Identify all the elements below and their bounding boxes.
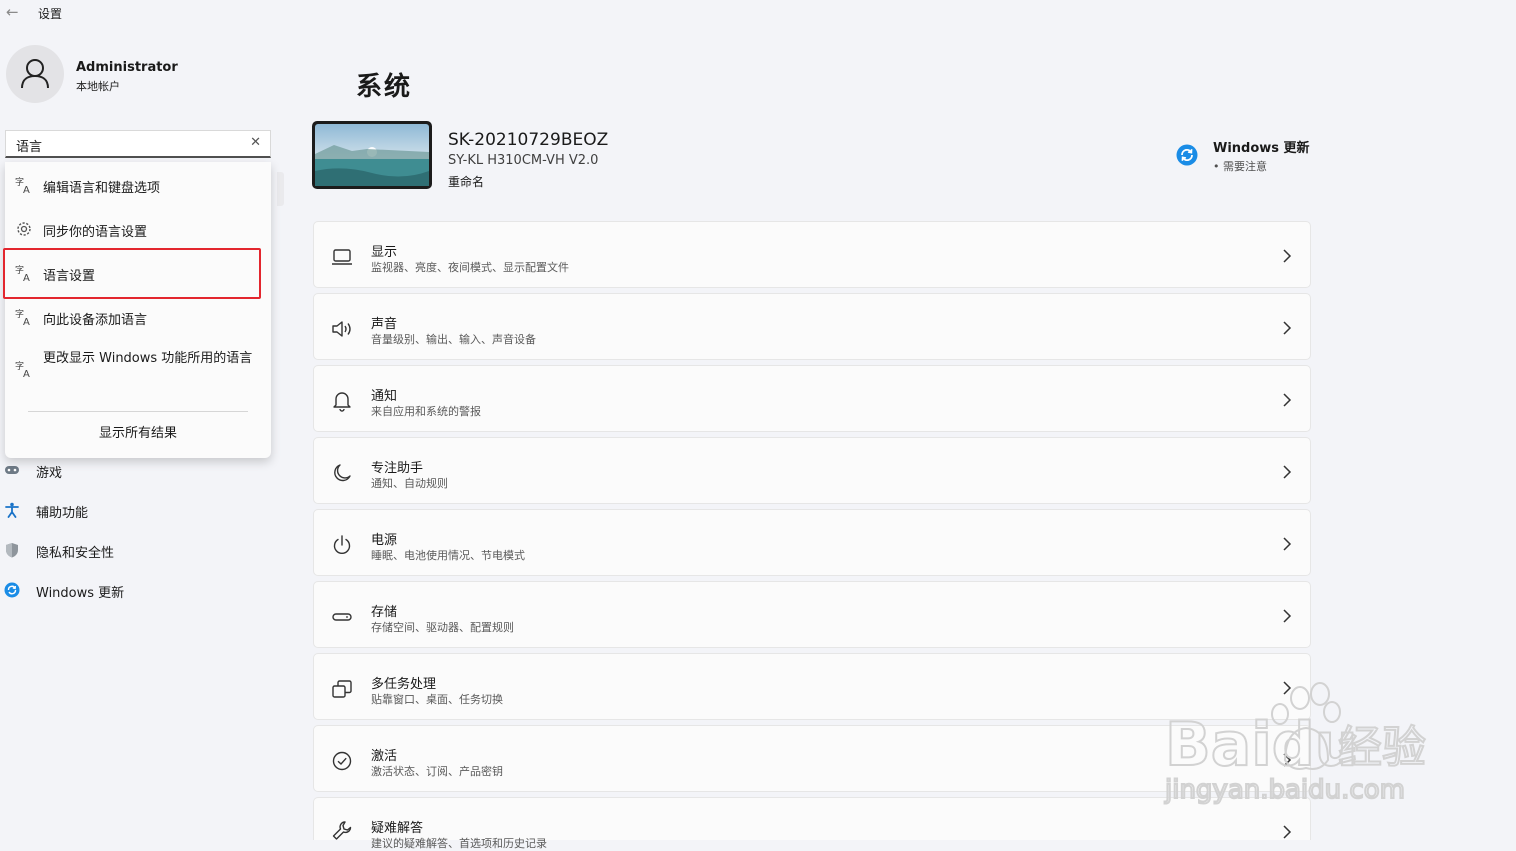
moon-icon xyxy=(334,464,351,482)
bell-icon xyxy=(333,392,351,412)
search-result-label: 编辑语言和键盘选项 xyxy=(43,181,161,196)
card-subtitle: 音量级别、输出、输入、声音设备 xyxy=(371,333,536,346)
card-title: 电源 xyxy=(371,533,398,548)
svg-text:A: A xyxy=(23,185,30,194)
settings-card-sound[interactable]: 声音 音量级别、输出、输入、声音设备 xyxy=(313,293,1311,360)
sidebar-item-label: Windows 更新 xyxy=(36,586,125,601)
window-title: 设置 xyxy=(38,7,63,21)
sidebar-item-label: 辅助功能 xyxy=(36,506,89,521)
card-title: 存储 xyxy=(371,605,398,620)
chevron-right-icon xyxy=(1283,825,1292,839)
chevron-right-icon xyxy=(1283,249,1292,263)
chevron-right-icon xyxy=(1283,537,1292,551)
rename-link[interactable]: 重命名 xyxy=(448,173,484,190)
search-result-item[interactable]: 字 A 编辑语言和键盘选项 xyxy=(5,164,271,204)
sidebar-item-label: 游戏 xyxy=(36,466,63,481)
svg-text:A: A xyxy=(23,317,30,326)
watermark-brand: Baidu xyxy=(1165,710,1357,780)
title-bar: ← 设置 xyxy=(0,0,1516,26)
windows-update-status[interactable]: Windows 更新 • 需要注意 xyxy=(1176,136,1316,176)
user-name: Administrator xyxy=(76,60,178,75)
search-result-label: 向此设备添加语言 xyxy=(43,313,148,328)
card-title: 显示 xyxy=(371,245,398,260)
search-input-value: 语言 xyxy=(16,140,43,155)
card-title: 声音 xyxy=(371,317,398,332)
monitor-icon xyxy=(332,249,352,265)
update-status: • 需要注意 xyxy=(1213,160,1267,173)
person-icon xyxy=(21,59,49,89)
device-wallpaper-thumbnail xyxy=(312,121,432,189)
page-title: 系统 xyxy=(356,72,413,102)
update-icon xyxy=(4,582,20,598)
settings-card-storage[interactable]: 存储 存储空间、驱动器、配置规则 xyxy=(313,581,1311,648)
card-subtitle: 来自应用和系统的警报 xyxy=(371,405,481,418)
close-icon[interactable]: ✕ xyxy=(250,135,261,150)
update-icon xyxy=(1176,144,1198,166)
card-title: 通知 xyxy=(371,389,398,404)
account-type: 本地帐户 xyxy=(76,80,120,93)
speaker-icon xyxy=(332,321,351,337)
card-title: 疑难解答 xyxy=(371,821,424,836)
card-subtitle: 激活状态、订阅、产品密钥 xyxy=(371,765,503,778)
selected-nav-indicator xyxy=(277,172,284,206)
show-all-results-link[interactable]: 显示所有结果 xyxy=(5,422,271,441)
language-icon: 字 A xyxy=(15,308,30,326)
chevron-right-icon xyxy=(1283,393,1292,407)
chevron-right-icon xyxy=(1283,609,1292,623)
device-model: SY-KL H310CM-VH V2.0 xyxy=(448,153,599,168)
card-title: 专注助手 xyxy=(371,461,424,476)
sidebar-item-accessibility[interactable]: 辅助功能 xyxy=(0,494,280,526)
baidu-jingyan-watermark: Baidu 经验 jingyan.baidu.com xyxy=(1163,682,1427,806)
card-subtitle: 监视器、亮度、夜间模式、显示配置文件 xyxy=(371,261,569,274)
search-results-dropdown: 字 A 编辑语言和键盘选项 同步你的语言设置 字 A 语言设置 字 A 向此设备… xyxy=(3,162,271,458)
accessibility-icon xyxy=(5,502,19,518)
sidebar-item-privacy[interactable]: 隐私和安全性 xyxy=(0,534,280,566)
gamepad-icon xyxy=(5,466,19,474)
sidebar-item-label: 隐私和安全性 xyxy=(36,546,115,561)
multitask-icon xyxy=(332,680,352,698)
wrench-icon xyxy=(332,821,352,840)
sidebar-item-gaming[interactable]: 游戏 xyxy=(0,454,280,486)
language-icon: 字 A xyxy=(15,176,30,194)
watermark-url: jingyan.baidu.com xyxy=(1164,775,1405,805)
chevron-right-icon xyxy=(1283,321,1292,335)
avatar xyxy=(6,45,64,103)
divider xyxy=(28,411,248,412)
card-title: 多任务处理 xyxy=(371,677,437,692)
settings-card-display[interactable]: 显示 监视器、亮度、夜间模式、显示配置文件 xyxy=(313,221,1311,288)
search-input[interactable]: 语言 ✕ xyxy=(5,130,271,158)
highlight-box xyxy=(3,248,261,299)
watermark-suffix: 经验 xyxy=(1338,722,1426,773)
update-title: Windows 更新 xyxy=(1213,141,1310,156)
power-icon xyxy=(333,535,351,554)
card-subtitle: 建议的疑难解答、首选项和历史记录 xyxy=(371,837,547,850)
card-subtitle: 睡眠、电池使用情况、节电模式 xyxy=(371,549,525,562)
language-icon: 字 A xyxy=(15,360,30,378)
sidebar-item-windows-update[interactable]: Windows 更新 xyxy=(0,574,280,606)
search-result-item[interactable]: 字 A 更改显示 Windows 功能所用的语言 xyxy=(5,342,271,394)
svg-text:A: A xyxy=(23,369,30,378)
back-arrow-icon[interactable]: ← xyxy=(6,3,19,21)
card-subtitle: 存储空间、驱动器、配置规则 xyxy=(371,621,514,634)
storage-icon xyxy=(332,613,352,621)
device-name: SK-20210729BEOZ xyxy=(448,130,609,150)
check-circle-icon xyxy=(332,751,352,771)
chevron-right-icon xyxy=(1283,465,1292,479)
search-result-label: 更改显示 Windows 功能所用的语言 xyxy=(43,351,253,366)
search-result-item[interactable]: 字 A 向此设备添加语言 xyxy=(5,296,271,336)
card-subtitle: 贴靠窗口、桌面、任务切换 xyxy=(371,693,503,706)
search-result-item[interactable]: 同步你的语言设置 xyxy=(5,208,271,248)
search-result-label: 同步你的语言设置 xyxy=(43,225,148,240)
settings-card-focus-assist[interactable]: 专注助手 通知、自动规则 xyxy=(313,437,1311,504)
gear-icon xyxy=(17,222,31,236)
settings-card-notifications[interactable]: 通知 来自应用和系统的警报 xyxy=(313,365,1311,432)
card-title: 激活 xyxy=(371,749,398,764)
card-subtitle: 通知、自动规则 xyxy=(371,477,448,490)
shield-icon xyxy=(6,543,18,558)
settings-card-power[interactable]: 电源 睡眠、电池使用情况、节电模式 xyxy=(313,509,1311,576)
